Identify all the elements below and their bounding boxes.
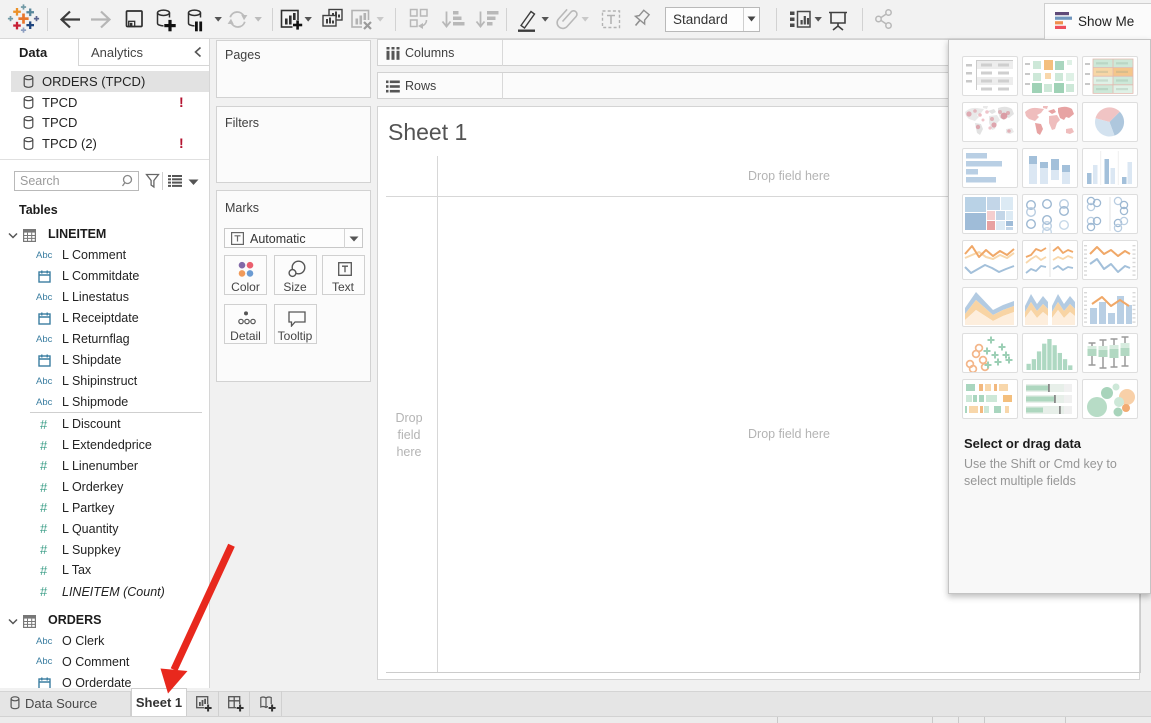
svg-text:Standard: Standard: [673, 12, 728, 27]
